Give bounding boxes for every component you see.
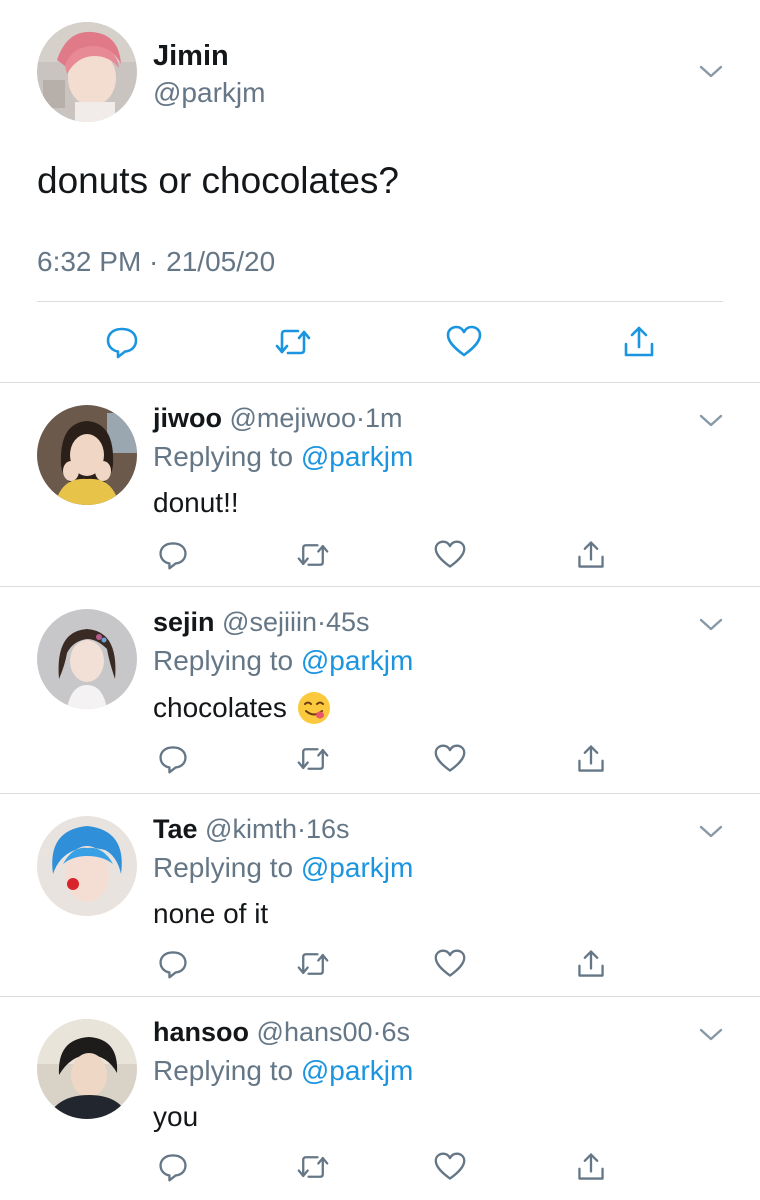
author-name[interactable]: hansoo (153, 1017, 249, 1047)
replying-to-label: Replying to (153, 645, 294, 676)
reply-icon[interactable] (153, 944, 193, 984)
retweet-icon[interactable] (273, 322, 313, 362)
heart-icon[interactable] (430, 1147, 470, 1187)
replying-to: Replying to @parkjm (153, 441, 413, 473)
main-tweet: Jimin @parkjm donuts or chocolates? 6:32… (0, 0, 760, 383)
heart-icon[interactable] (444, 322, 484, 362)
chevron-down-icon[interactable] (698, 64, 724, 80)
reply-text-content: you (153, 1101, 199, 1132)
retweet-icon[interactable] (293, 535, 333, 575)
reply-icon[interactable] (153, 739, 193, 779)
reply-text: you (153, 1101, 198, 1133)
chevron-down-icon[interactable] (698, 824, 724, 840)
reply-time[interactable]: 45s (326, 607, 370, 637)
reply-tweet[interactable]: Tae @kimth·16s Replying to @parkjm none … (0, 794, 760, 997)
author-name[interactable]: Jimin (153, 40, 229, 73)
avatar[interactable] (37, 405, 137, 505)
share-icon[interactable] (571, 944, 611, 984)
chevron-down-icon[interactable] (698, 1027, 724, 1043)
reply-tweet[interactable]: sejin @sejiiin·45s Replying to @parkjm c… (0, 587, 760, 794)
share-icon[interactable] (619, 322, 659, 362)
replying-to: Replying to @parkjm (153, 1055, 413, 1087)
yum-face-emoji (297, 691, 331, 725)
reply-text-content: donut!! (153, 487, 239, 518)
avatar[interactable] (37, 609, 137, 709)
avatar[interactable] (37, 1019, 137, 1119)
replying-to: Replying to @parkjm (153, 852, 413, 884)
reply-text: chocolates (153, 691, 331, 725)
reply-text: none of it (153, 898, 268, 930)
replying-to-label: Replying to (153, 852, 294, 883)
reply-header: jiwoo @mejiwoo·1m (153, 403, 402, 434)
reply-header: hansoo @hans00·6s (153, 1017, 410, 1048)
heart-icon[interactable] (430, 944, 470, 984)
author-handle[interactable]: @mejiwoo (230, 403, 356, 433)
replying-to-label: Replying to (153, 1055, 294, 1086)
author-name[interactable]: jiwoo (153, 403, 222, 433)
share-icon[interactable] (571, 739, 611, 779)
author-handle[interactable]: @kimth (205, 814, 297, 844)
author-handle[interactable]: @parkjm (153, 77, 265, 109)
mention-link[interactable]: @parkjm (301, 645, 413, 676)
heart-icon[interactable] (430, 739, 470, 779)
share-icon[interactable] (571, 1147, 611, 1187)
separator-dot: · (296, 814, 306, 844)
author-handle[interactable]: @sejiiin (222, 607, 317, 637)
divider (37, 301, 723, 302)
separator-dot: · (372, 1017, 382, 1047)
author-name[interactable]: Tae (153, 814, 198, 844)
chevron-down-icon[interactable] (698, 617, 724, 633)
reply-time[interactable]: 1m (365, 403, 403, 433)
reply-icon[interactable] (153, 535, 193, 575)
share-icon[interactable] (571, 535, 611, 575)
tweet-text: donuts or chocolates? (37, 160, 400, 201)
reply-icon[interactable] (153, 1147, 193, 1187)
author-name[interactable]: sejin (153, 607, 215, 637)
tweet-timestamp[interactable]: 6:32 PM · 21/05/20 (37, 246, 275, 278)
retweet-icon[interactable] (293, 1147, 333, 1187)
reply-text: donut!! (153, 487, 239, 519)
reply-text-content: none of it (153, 898, 269, 929)
reply-header: sejin @sejiiin·45s (153, 607, 370, 638)
reply-time[interactable]: 6s (382, 1017, 411, 1047)
mention-link[interactable]: @parkjm (301, 852, 413, 883)
avatar[interactable] (37, 22, 137, 122)
chevron-down-icon[interactable] (698, 413, 724, 429)
reply-icon[interactable] (102, 322, 142, 362)
mention-link[interactable]: @parkjm (301, 441, 413, 472)
reply-tweet[interactable]: jiwoo @mejiwoo·1m Replying to @parkjm do… (0, 383, 760, 587)
separator-dot: · (316, 607, 326, 637)
author-handle[interactable]: @hans00 (257, 1017, 373, 1047)
retweet-icon[interactable] (293, 944, 333, 984)
reply-time[interactable]: 16s (306, 814, 350, 844)
mention-link[interactable]: @parkjm (301, 1055, 413, 1086)
avatar[interactable] (37, 816, 137, 916)
reply-tweet[interactable]: hansoo @hans00·6s Replying to @parkjm yo… (0, 997, 760, 1200)
heart-icon[interactable] (430, 535, 470, 575)
reply-header: Tae @kimth·16s (153, 814, 350, 845)
reply-text-content: chocolates (153, 692, 287, 723)
replying-to-label: Replying to (153, 441, 294, 472)
separator-dot: · (355, 403, 365, 433)
replying-to: Replying to @parkjm (153, 645, 413, 677)
retweet-icon[interactable] (293, 739, 333, 779)
